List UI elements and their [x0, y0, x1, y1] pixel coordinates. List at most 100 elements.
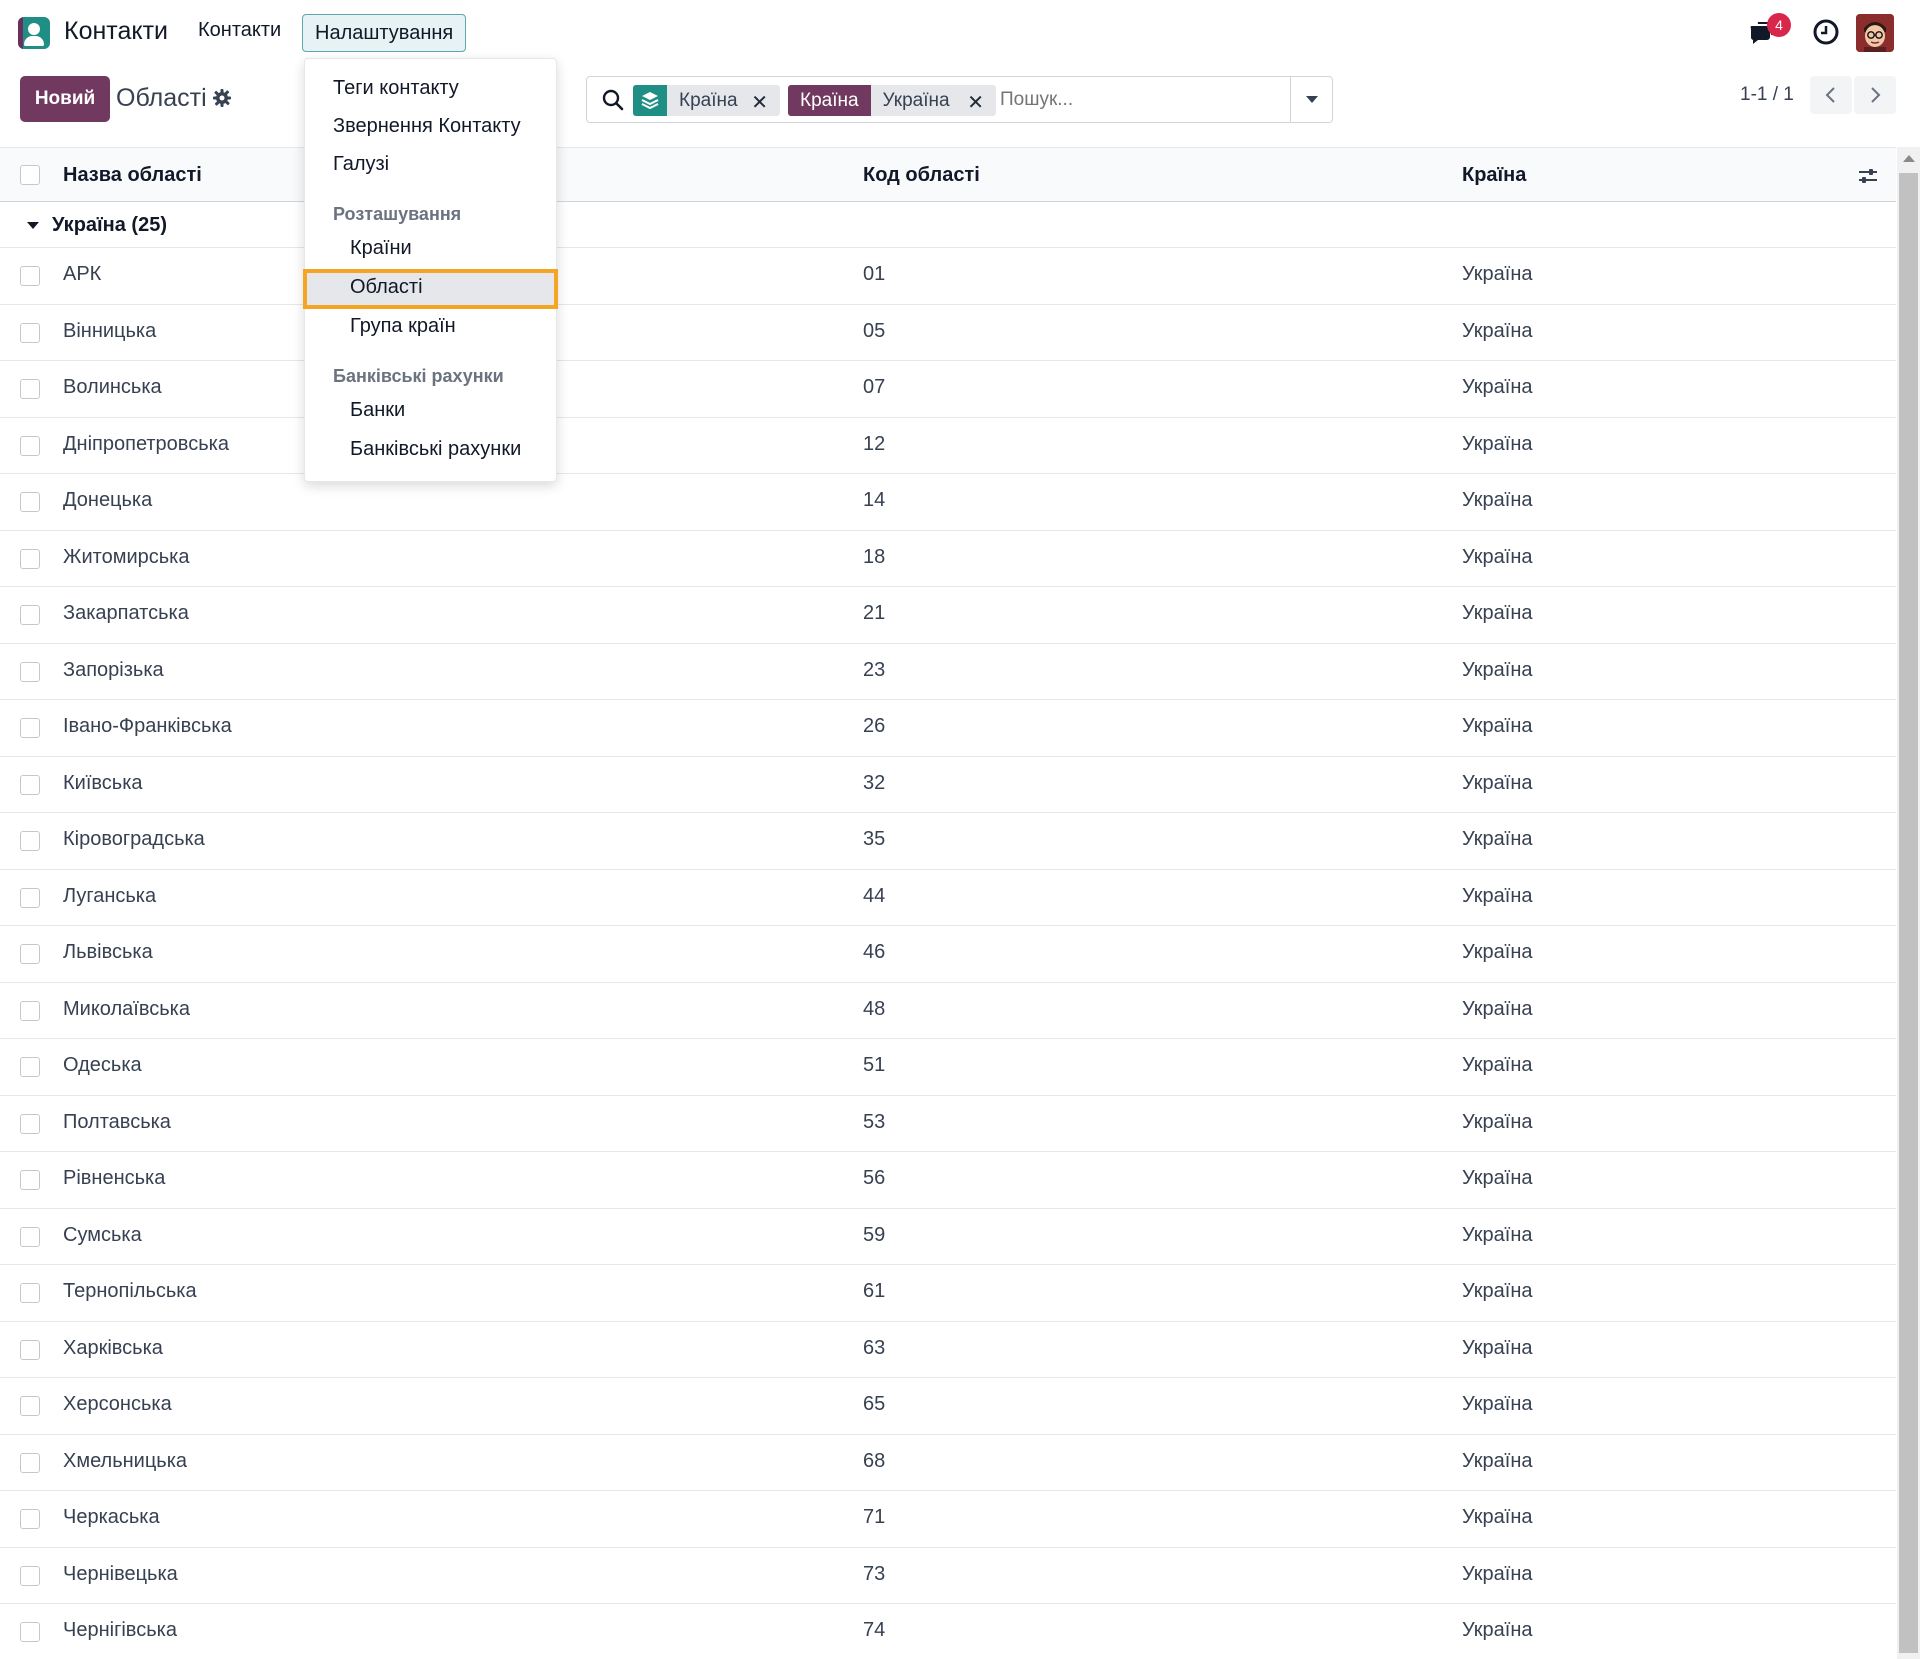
row-checkbox[interactable]: [20, 1396, 40, 1416]
row-checkbox[interactable]: [20, 1339, 40, 1360]
remove-facet-icon[interactable]: ✕: [751, 90, 768, 115]
row-checkbox[interactable]: [20, 492, 40, 512]
row-checkbox[interactable]: [20, 1452, 40, 1473]
table-row[interactable]: Кіровоградська 35 Україна: [0, 813, 1896, 870]
table-row[interactable]: Херсонська 65 Україна: [0, 1378, 1896, 1435]
row-checkbox[interactable]: [20, 1113, 40, 1134]
settings-dropdown-menu: Теги контакту Звернення Контакту Галузі …: [303, 58, 558, 482]
cell-state-code: 59: [863, 1223, 886, 1246]
menu-item-country-groups[interactable]: Група країн: [350, 315, 456, 338]
menu-item-industries[interactable]: Галузі: [333, 153, 389, 176]
menu-item-contact-tags[interactable]: Теги контакту: [333, 77, 459, 100]
table-row[interactable]: Луганська 44 Україна: [0, 870, 1896, 926]
user-avatar[interactable]: [1856, 14, 1894, 52]
menu-item-countries[interactable]: Країни: [350, 237, 412, 260]
cell-state-code: 46: [863, 941, 886, 963]
caret-down-icon: [27, 222, 39, 229]
row-checkbox[interactable]: [20, 435, 40, 456]
new-button[interactable]: Новий: [20, 76, 110, 122]
row-checkbox[interactable]: [20, 1226, 40, 1247]
table-row[interactable]: Київська 32 Україна: [0, 757, 1896, 813]
table-header: Назва області Код області Країна: [0, 147, 1896, 202]
menu-item-banks[interactable]: Банки: [350, 399, 405, 422]
menu-settings[interactable]: Налаштування: [302, 14, 467, 52]
table-row[interactable]: Львівська 46 Україна: [0, 926, 1896, 983]
row-checkbox[interactable]: [20, 1000, 40, 1021]
row-checkbox[interactable]: [20, 661, 40, 682]
table-row[interactable]: Чернігівська 74 Україна: [0, 1604, 1896, 1659]
row-checkbox[interactable]: [20, 718, 40, 738]
menu-item-bank-accounts[interactable]: Банківські рахунки: [350, 438, 521, 461]
menu-item-states[interactable]: Області: [350, 276, 423, 299]
table-row[interactable]: Полтавська 53 Україна: [0, 1096, 1896, 1152]
app-name[interactable]: Контакти: [64, 17, 168, 46]
clock-icon[interactable]: [1812, 18, 1840, 46]
table-row[interactable]: Волинська 07 Україна: [0, 361, 1896, 418]
search-bar[interactable]: Країна ✕ Країна Україна ✕: [586, 76, 1333, 123]
optional-columns-icon[interactable]: [1856, 164, 1880, 188]
table-row[interactable]: Черкаська 71 Україна: [0, 1491, 1896, 1548]
page-title: Області: [116, 84, 207, 112]
group-row[interactable]: Україна (25): [0, 202, 1896, 248]
cell-state-name: Чернівецька: [63, 1562, 178, 1585]
cell-country: Україна: [1462, 884, 1533, 907]
table-row[interactable]: Хмельницька 68 Україна: [0, 1435, 1896, 1491]
scrollbar-thumb[interactable]: [1899, 173, 1918, 1653]
cell-state-name: Хмельницька: [63, 1449, 188, 1472]
table-row[interactable]: Вінницька 05 Україна: [0, 305, 1896, 361]
cell-state-code: 35: [863, 828, 886, 850]
select-all-checkbox[interactable]: [20, 165, 40, 185]
row-checkbox[interactable]: [20, 831, 40, 851]
row-checkbox[interactable]: [20, 1057, 40, 1077]
table-row[interactable]: Закарпатська 21 Україна: [0, 587, 1896, 644]
table-row[interactable]: АРК 01 Україна: [0, 248, 1896, 305]
pager-previous-button[interactable]: [1810, 76, 1852, 114]
table-row[interactable]: Дніпропетровська 12 Україна: [0, 418, 1896, 474]
row-checkbox[interactable]: [20, 1622, 40, 1642]
table-row[interactable]: Рівненська 56 Україна: [0, 1152, 1896, 1209]
vertical-scrollbar[interactable]: [1897, 147, 1920, 1659]
table-row[interactable]: Одеська 51 Україна: [0, 1039, 1896, 1096]
table-row[interactable]: Чернівецька 73 Україна: [0, 1548, 1896, 1604]
pager-next-button[interactable]: [1854, 76, 1896, 114]
table-row[interactable]: Тернопільська 61 Україна: [0, 1265, 1896, 1322]
menu-item-contact-titles[interactable]: Звернення Контакту: [333, 115, 521, 138]
search-input[interactable]: [1000, 89, 1280, 111]
cell-state-name: Вінницька: [63, 319, 157, 342]
row-checkbox[interactable]: [20, 944, 40, 964]
cell-state-code: 71: [863, 1506, 886, 1528]
search-icon[interactable]: [601, 88, 625, 112]
table-row[interactable]: Івано-Франківська 26 Україна: [0, 700, 1896, 757]
row-checkbox[interactable]: [20, 1170, 40, 1190]
row-checkbox[interactable]: [20, 1565, 40, 1586]
table-row[interactable]: Миколаївська 48 Україна: [0, 983, 1896, 1039]
row-checkbox[interactable]: [20, 1509, 40, 1529]
menu-contacts[interactable]: Контакти: [198, 19, 281, 42]
scroll-up-arrow-icon[interactable]: [1903, 155, 1915, 162]
pager-value[interactable]: 1-1 / 1: [1740, 84, 1794, 106]
cell-country: Україна: [1462, 1110, 1533, 1133]
cell-country: Україна: [1462, 1619, 1533, 1641]
row-checkbox[interactable]: [20, 1283, 40, 1303]
table-row[interactable]: Сумська 59 Україна: [0, 1209, 1896, 1265]
cell-state-code: 68: [863, 1449, 886, 1472]
row-checkbox[interactable]: [20, 774, 40, 795]
row-checkbox[interactable]: [20, 548, 40, 569]
table-row[interactable]: Донецька 14 Україна: [0, 474, 1896, 531]
column-header-code[interactable]: Код області: [863, 164, 980, 187]
remove-facet-icon[interactable]: ✕: [967, 90, 984, 115]
row-checkbox[interactable]: [20, 887, 40, 908]
table-row[interactable]: Житомирська 18 Україна: [0, 531, 1896, 587]
column-header-country[interactable]: Країна: [1462, 164, 1526, 187]
table-row[interactable]: Запорізька 23 Україна: [0, 644, 1896, 700]
search-options-toggle[interactable]: [1290, 77, 1332, 122]
contacts-app-icon[interactable]: [18, 17, 50, 49]
row-checkbox[interactable]: [20, 379, 40, 399]
row-checkbox[interactable]: [20, 605, 40, 625]
cell-country: Україна: [1462, 1506, 1533, 1528]
column-header-name[interactable]: Назва області: [63, 164, 202, 187]
table-row[interactable]: Харківська 63 Україна: [0, 1322, 1896, 1378]
gear-icon[interactable]: [212, 88, 232, 108]
row-checkbox[interactable]: [20, 322, 40, 343]
row-checkbox[interactable]: [20, 266, 40, 286]
